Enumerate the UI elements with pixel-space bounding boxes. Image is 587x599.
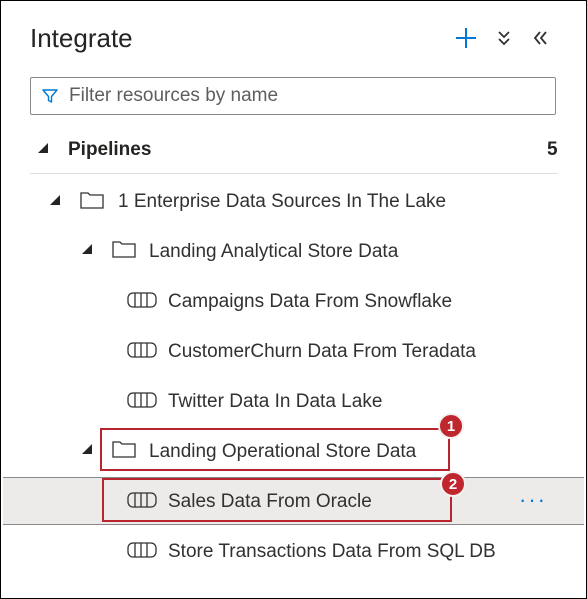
tree-folder-label: 1 Enterprise Data Sources In The Lake — [118, 191, 447, 212]
expanded-caret-icon[interactable] — [50, 195, 60, 205]
double-chevron-left-icon — [533, 31, 547, 45]
collapse-panel-button[interactable] — [526, 24, 554, 52]
callout-badge: 2 — [440, 471, 466, 497]
filter-box — [30, 77, 556, 115]
filter-icon — [42, 89, 58, 103]
expanded-caret-icon[interactable] — [82, 444, 92, 454]
pipeline-icon — [127, 292, 157, 308]
integrate-panel: Integrate Pipelines 5 1 Enterprise Data … — [0, 0, 587, 599]
callout-box — [102, 478, 452, 522]
double-chevron-down-icon — [498, 31, 510, 46]
pipeline-icon — [127, 342, 157, 358]
page-title: Integrate — [30, 23, 133, 53]
divider — [30, 173, 558, 174]
pipelines-count: 5 — [547, 139, 558, 160]
folder-icon — [112, 241, 136, 258]
folder-icon — [80, 192, 104, 209]
pipeline-icon — [127, 542, 157, 558]
pipeline-label: Campaigns Data From Snowflake — [168, 291, 453, 312]
filter-input[interactable] — [67, 84, 541, 108]
pipelines-label: Pipelines — [68, 139, 152, 160]
tree-folder-label: Landing Analytical Store Data — [149, 241, 399, 262]
pipeline-label: Twitter Data In Data Lake — [168, 391, 383, 412]
callout-box — [100, 428, 450, 471]
pipeline-icon — [127, 392, 157, 408]
expanded-caret-icon[interactable] — [82, 244, 92, 254]
plus-icon — [456, 28, 476, 48]
pipeline-label: Store Transactions Data From SQL DB — [168, 541, 496, 562]
expand-all-button[interactable] — [490, 24, 518, 52]
expanded-caret-icon[interactable] — [38, 143, 48, 153]
more-actions-button[interactable]: ··· — [519, 487, 547, 513]
pipeline-label: CustomerChurn Data From Teradata — [168, 341, 476, 362]
callout-badge: 1 — [438, 413, 464, 439]
add-resource-button[interactable] — [452, 24, 480, 52]
